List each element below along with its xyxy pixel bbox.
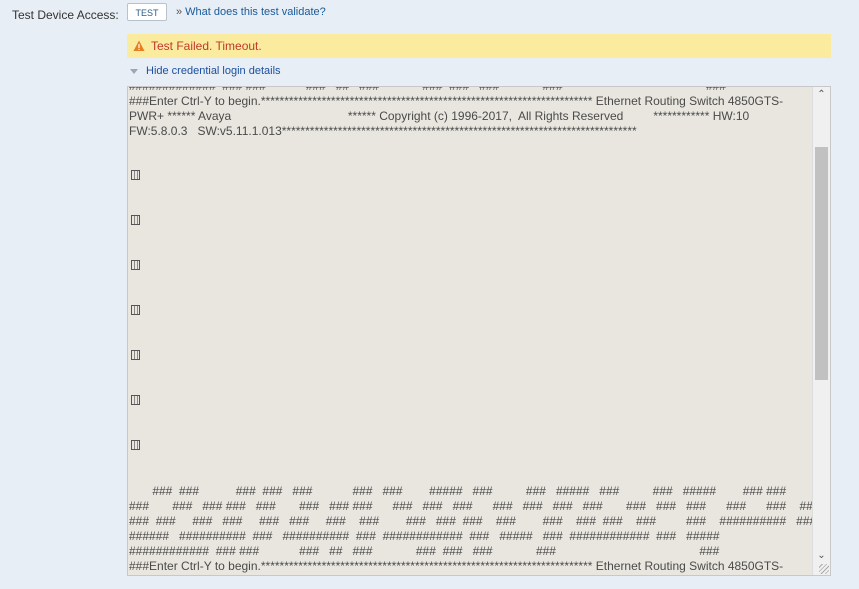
console-line: ###Enter Ctrl-Y to begin.***************… <box>129 559 784 573</box>
control-char-icon <box>131 350 140 360</box>
console-line: ###Enter Ctrl-Y to begin.***************… <box>129 94 784 108</box>
console-text-area[interactable]: ############# ### ### ### ## ### ### ###… <box>128 87 812 575</box>
collapse-arrow-icon <box>130 69 138 74</box>
control-char-icon <box>131 170 140 180</box>
console-line: ###### ########## ### ########## ### ###… <box>129 529 720 543</box>
console-line <box>129 214 812 229</box>
control-char-icon <box>131 395 140 405</box>
console-line: ### ### ### ### ### ### ### ### ### ### … <box>129 499 812 513</box>
console-line: PWR+ ****** Avaya ****** Copyright (c) 1… <box>129 574 812 575</box>
warning-icon <box>133 40 145 51</box>
scroll-down-icon[interactable]: ⌄ <box>813 549 830 563</box>
control-char-icon <box>131 215 140 225</box>
control-char-icon <box>131 260 140 270</box>
console-line: ### ### ### ### ### ### ### ### ### ### … <box>129 514 812 528</box>
console-output[interactable]: ############# ### ### ### ## ### ### ###… <box>127 86 831 576</box>
console-line <box>129 259 812 274</box>
scroll-up-icon[interactable]: ⌃ <box>813 88 830 102</box>
console-line <box>129 439 812 454</box>
alert-message: Test Failed. Timeout. <box>151 39 262 53</box>
test-device-access-label: Test Device Access: <box>12 8 119 22</box>
help-link[interactable]: » What does this test validate? <box>176 6 326 18</box>
console-line <box>129 394 812 409</box>
console-line: ### ### ### ### ### ### ### ##### ### ##… <box>129 484 787 498</box>
help-link-text[interactable]: What does this test validate? <box>185 6 326 18</box>
console-line <box>129 304 812 319</box>
control-char-icon <box>131 440 140 450</box>
toggle-label[interactable]: Hide credential login details <box>146 65 281 77</box>
console-line <box>129 169 812 184</box>
console-line <box>129 349 812 364</box>
test-failed-alert: Test Failed. Timeout. <box>127 34 831 58</box>
console-lines: ############# ### ### ### ## ### ### ###… <box>128 87 812 575</box>
console-line: ############ ### ### ### ## ### ### ### … <box>129 544 720 558</box>
console-line: FW:5.8.0.3 SW:v5.11.1.013***************… <box>129 124 637 138</box>
test-button[interactable]: TEST <box>127 3 167 21</box>
resize-grip-icon[interactable] <box>819 564 829 574</box>
help-link-prefix: » <box>176 6 183 18</box>
scroll-thumb[interactable] <box>815 147 828 380</box>
console-scrollbar[interactable]: ⌃ ⌄ <box>812 87 830 575</box>
console-line: PWR+ ****** Avaya ****** Copyright (c) 1… <box>129 109 750 123</box>
control-char-icon <box>131 305 140 315</box>
hide-credentials-toggle[interactable]: Hide credential login details <box>130 65 281 77</box>
console-line: ############# ### ### ### ## ### ### ###… <box>129 87 812 94</box>
